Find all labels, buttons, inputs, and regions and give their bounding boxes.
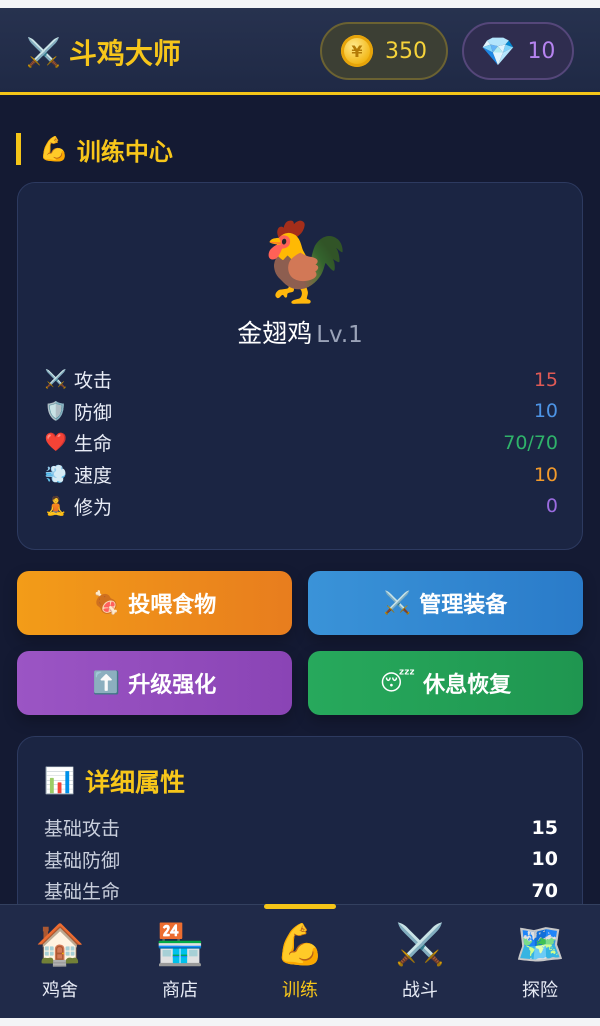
detail-label: 基础防御 xyxy=(44,849,121,872)
flexed-biceps-icon: 💪 xyxy=(275,922,325,968)
dash-icon: 💨 xyxy=(44,464,68,486)
rest-button[interactable]: 😴 休息恢复 xyxy=(308,651,583,715)
section-accent-bar xyxy=(16,133,21,165)
rooster-icon: 🐓 xyxy=(255,218,353,308)
stat-value: 70/70 xyxy=(503,431,558,454)
nav-item-coop[interactable]: 🏠 鸡舍 xyxy=(0,918,120,1008)
detail-title: 📊 详细属性 xyxy=(44,764,185,798)
gem-balance[interactable]: 💎 10 xyxy=(462,22,574,80)
gem-count: 10 xyxy=(527,38,556,64)
coin-balance[interactable]: ¥ 350 xyxy=(320,22,448,80)
stat-label: 生命 xyxy=(74,433,113,456)
stat-value: 10 xyxy=(533,400,558,423)
manage-equipment-button-label: 管理装备 xyxy=(419,593,508,618)
home-indicator-strip xyxy=(0,1018,600,1026)
chicken-level: Lv.1 xyxy=(316,322,363,348)
detail-list: 基础攻击 15 基础防御 10 基础生命 70 xyxy=(44,812,558,907)
stat-label: 速度 xyxy=(74,465,113,488)
stat-cultivation: 🧘 修为 0 xyxy=(44,490,558,522)
app-title-text: 斗鸡大师 xyxy=(68,37,181,70)
chicken-name: 金翅鸡 xyxy=(237,319,313,348)
detail-label: 基础生命 xyxy=(44,881,121,904)
stats-list: ⚔️ 攻击 15 🛡️ 防御 10 ❤️ 生命 70/70 💨 速度 10 🧘 修为 0 xyxy=(44,364,558,522)
detail-value: 10 xyxy=(531,848,558,871)
stat-value: 15 xyxy=(533,368,558,391)
detail-value: 70 xyxy=(531,879,558,902)
stat-defense: 🛡️ 防御 10 xyxy=(44,396,558,428)
feed-button[interactable]: 🍖 投喂食物 xyxy=(17,571,292,635)
feed-button-label: 投喂食物 xyxy=(128,593,217,618)
manage-equipment-button[interactable]: ⚔️ 管理装备 xyxy=(308,571,583,635)
app-title: ⚔️ 斗鸡大师 xyxy=(26,30,181,74)
detail-value: 15 xyxy=(531,816,558,839)
detail-title-text: 详细属性 xyxy=(85,768,186,797)
coin-count: 350 xyxy=(385,38,427,64)
active-tab-indicator xyxy=(264,904,336,909)
nav-item-battle[interactable]: ⚔️ 战斗 xyxy=(360,918,480,1008)
section-title: 💪 训练中心 xyxy=(16,132,173,166)
house-icon: 🏠 xyxy=(35,922,85,968)
app-header: ⚔️ 斗鸡大师 ¥ 350 💎 10 xyxy=(0,8,600,95)
nav-label: 训练 xyxy=(282,980,318,1001)
flexed-biceps-icon: 💪 xyxy=(39,135,69,163)
detail-row: 基础防御 10 xyxy=(44,844,558,876)
store-icon: 🏪 xyxy=(155,922,205,968)
detail-label: 基础攻击 xyxy=(44,818,121,841)
nav-label: 鸡舍 xyxy=(42,980,78,1001)
chicken-name-line: 金翅鸡 Lv.1 xyxy=(0,314,600,350)
heart-icon: ❤️ xyxy=(44,432,68,454)
rest-button-label: 休息恢复 xyxy=(423,673,512,698)
crossed-swords-icon: ⚔️ xyxy=(395,922,445,968)
upgrade-button-label: 升级强化 xyxy=(128,673,217,698)
stat-label: 防御 xyxy=(74,401,113,424)
stat-health: ❤️ 生命 70/70 xyxy=(44,427,558,459)
shield-icon: 🛡️ xyxy=(44,400,68,422)
gem-icon: 💎 xyxy=(480,34,516,68)
nav-item-training[interactable]: 💪 训练 xyxy=(240,918,360,1008)
meat-icon: 🍖 xyxy=(92,590,121,616)
coin-icon: ¥ xyxy=(341,35,373,67)
crossed-swords-icon: ⚔️ xyxy=(383,590,412,616)
stat-speed: 💨 速度 10 xyxy=(44,459,558,491)
stat-value: 10 xyxy=(533,463,558,486)
nav-label: 探险 xyxy=(522,980,558,1001)
nav-item-explore[interactable]: 🗺️ 探险 xyxy=(480,918,600,1008)
stat-label: 修为 xyxy=(74,496,113,519)
sleeping-face-icon: 😴 xyxy=(379,670,416,696)
stat-value: 0 xyxy=(545,495,558,518)
section-title-text: 训练中心 xyxy=(76,137,173,166)
detail-row: 基础攻击 15 xyxy=(44,812,558,844)
up-arrow-icon: ⬆️ xyxy=(92,670,121,696)
nav-label: 商店 xyxy=(162,980,198,1001)
stat-attack: ⚔️ 攻击 15 xyxy=(44,364,558,396)
upgrade-button[interactable]: ⬆️ 升级强化 xyxy=(17,651,292,715)
meditation-icon: 🧘 xyxy=(44,495,68,517)
status-strip xyxy=(0,0,600,8)
nav-label: 战斗 xyxy=(402,980,438,1001)
bar-chart-icon: 📊 xyxy=(44,766,76,795)
nav-item-shop[interactable]: 🏪 商店 xyxy=(120,918,240,1008)
map-icon: 🗺️ xyxy=(515,922,565,968)
sword-icon: ⚔️ xyxy=(44,369,68,391)
detail-row: 基础生命 70 xyxy=(44,875,558,907)
crossed-swords-icon: ⚔️ xyxy=(26,35,61,69)
stat-label: 攻击 xyxy=(74,370,113,393)
